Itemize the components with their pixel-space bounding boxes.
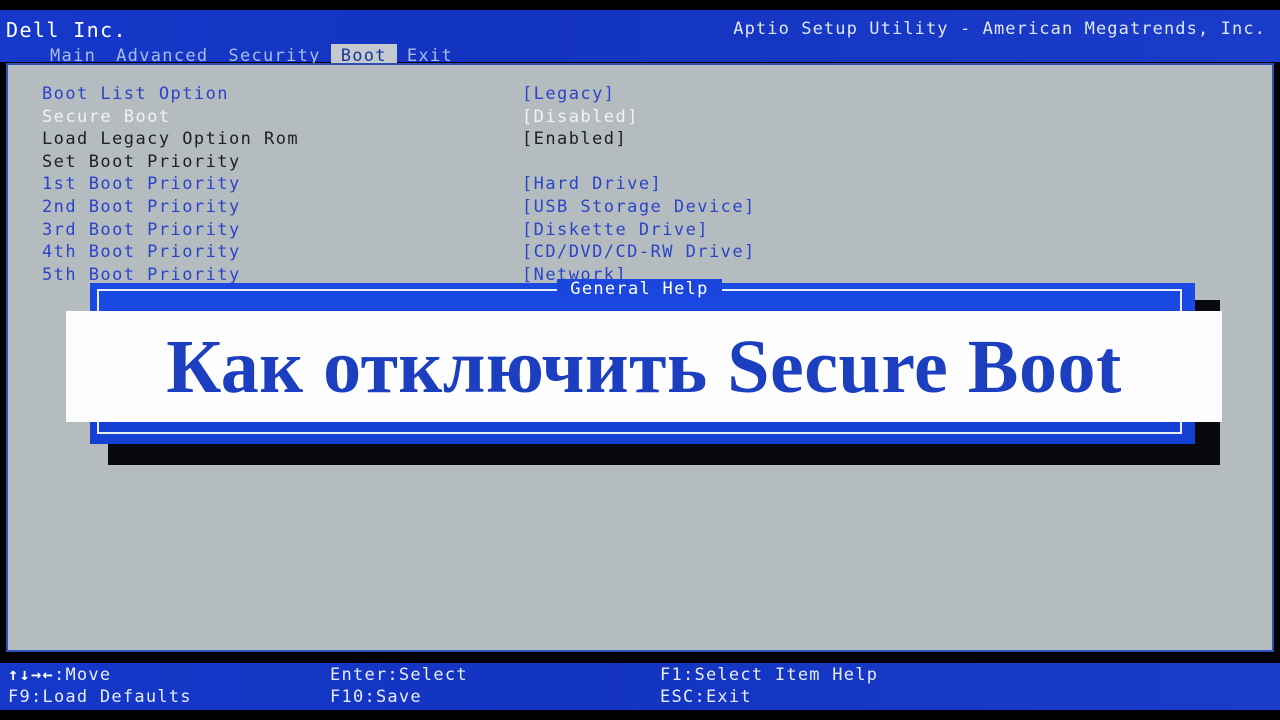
setting-label: Boot List Option — [42, 84, 229, 104]
setting-label: 2nd Boot Priority — [42, 196, 241, 217]
video-title-text: Как отключить Secure Boot — [166, 324, 1122, 409]
setting-row[interactable]: Boot List Option [Legacy] — [42, 83, 1142, 106]
general-help-title-text: General Help — [557, 279, 722, 299]
setting-value[interactable]: [CD/DVD/CD-RW Drive] — [522, 241, 756, 264]
bios-header-bar: Dell Inc. Aptio Setup Utility - American… — [0, 10, 1280, 70]
setting-label: Secure Boot — [42, 106, 171, 127]
utility-title: Aptio Setup Utility - American Megatrend… — [733, 19, 1266, 39]
setting-row[interactable]: 2nd Boot Priority [USB Storage Device] — [42, 196, 1142, 219]
setting-row[interactable]: Load Legacy Option Rom [Enabled] — [42, 128, 1142, 151]
boot-settings-list: Boot List Option [Legacy] Secure Boot [Disa… — [42, 83, 1142, 286]
vendor-name: Dell Inc. — [6, 18, 127, 42]
key-hint-enter-select: Enter:Select — [330, 665, 468, 685]
key-hint-move-label: :Move — [53, 665, 112, 685]
arrow-keys-icon: ↑↓→← — [8, 665, 54, 685]
setting-label: 4th Boot Priority — [42, 242, 241, 263]
key-hint-f9-defaults: F9:Load Defaults — [8, 687, 192, 707]
key-hint-f1-help: F1:Select Item Help — [660, 665, 879, 685]
setting-row[interactable]: Set Boot Priority — [42, 151, 1142, 174]
setting-row[interactable]: 4th Boot Priority [CD/DVD/CD-RW Drive] — [42, 241, 1142, 264]
setting-row[interactable]: Secure Boot [Disabled] — [42, 106, 1142, 129]
setting-label: Load Legacy Option Rom — [42, 129, 300, 150]
setting-value[interactable]: [USB Storage Device] — [522, 196, 756, 219]
key-hint-esc-exit: ESC:Exit — [660, 687, 752, 707]
setting-value[interactable]: [Hard Drive] — [522, 173, 662, 196]
setting-row[interactable]: 1st Boot Priority [Hard Drive] — [42, 173, 1142, 196]
top-letterbox — [0, 0, 1280, 10]
setting-label: 3rd Boot Priority — [42, 219, 241, 240]
setting-label: 1st Boot Priority — [42, 174, 241, 195]
key-hint-move: ↑↓→←:Move — [8, 665, 111, 685]
setting-value[interactable]: [Diskette Drive] — [522, 219, 709, 242]
general-help-title: General Help — [99, 279, 1180, 299]
setting-label: Set Boot Priority — [42, 151, 241, 172]
setting-value[interactable]: [Legacy] — [522, 83, 615, 106]
setting-row[interactable]: 3rd Boot Priority [Diskette Drive] — [42, 219, 1142, 242]
video-title-overlay: Как отключить Secure Boot — [66, 311, 1222, 422]
setting-value[interactable]: [Disabled] — [522, 106, 639, 129]
status-key-help-bar: ↑↓→←:Move Enter:Select F1:Select Item He… — [0, 663, 1280, 710]
bottom-letterbox — [0, 710, 1280, 720]
setting-value[interactable]: [Enabled] — [522, 128, 627, 151]
key-hint-f10-save: F10:Save — [330, 687, 422, 707]
bios-setup-screen: Dell Inc. Aptio Setup Utility - American… — [0, 0, 1280, 720]
